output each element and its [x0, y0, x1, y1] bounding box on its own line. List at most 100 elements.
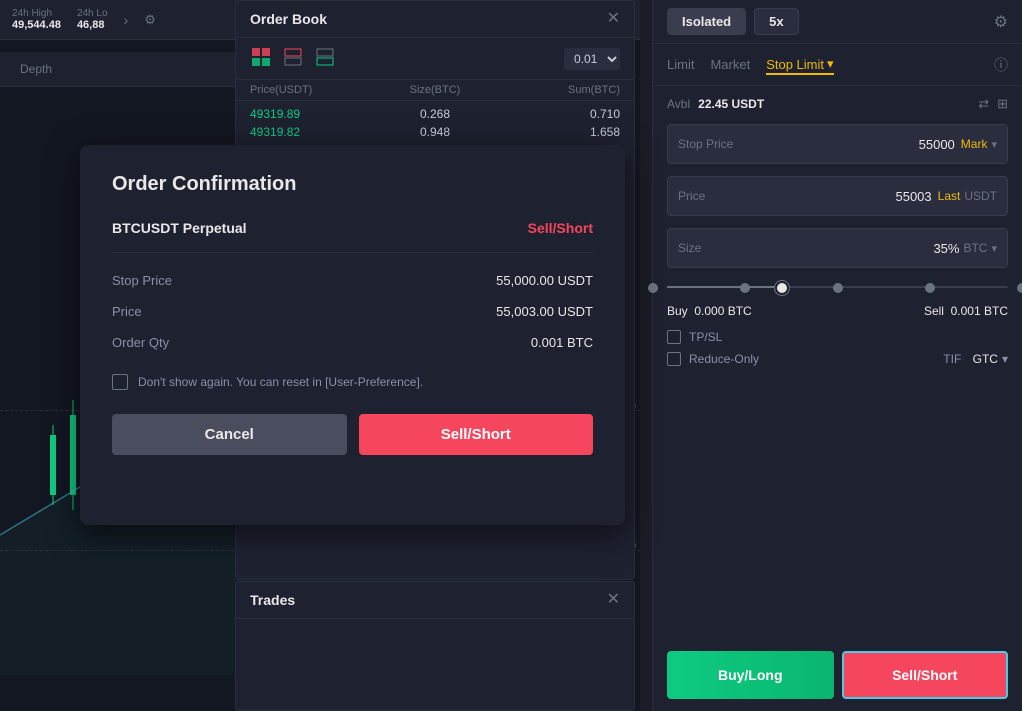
price-field-value[interactable]: 55003: [748, 189, 932, 204]
stop-price-field-label: Stop Price: [678, 137, 748, 151]
slider-dot-100[interactable]: [1017, 283, 1022, 293]
trades-title: Trades: [250, 592, 295, 608]
modal-qty-label: Order Qty: [112, 335, 169, 350]
reduce-only-label: Reduce-Only: [689, 352, 759, 366]
ob-size-select[interactable]: 0.01 0.1 1: [564, 48, 620, 70]
tpsl-checkbox[interactable]: [667, 330, 681, 344]
price-input-group: Price 55003 Last USDT: [667, 176, 1008, 216]
trading-panel: Isolated 5x ⚙ Limit Market Stop Limit ▾ …: [652, 0, 1022, 711]
stop-price-field-value[interactable]: 55000: [748, 137, 955, 152]
ob-price-2: 49319.82: [250, 125, 373, 139]
ob-toolbar: 0.01 0.1 1: [236, 38, 634, 80]
sell-short-button[interactable]: Sell/Short: [842, 651, 1009, 699]
size-field-value[interactable]: 35%: [748, 241, 959, 256]
ob-sum-1: 0.710: [497, 107, 620, 121]
ob-size-1: 0.268: [373, 107, 496, 121]
modal-cancel-button[interactable]: Cancel: [112, 414, 347, 455]
slider-dot-50[interactable]: [833, 283, 843, 293]
trades-close-button[interactable]: ✕: [607, 592, 620, 608]
ob-view-buy-button[interactable]: [314, 46, 336, 71]
ob-col-price: Price(USDT): [250, 84, 373, 96]
ob-both-icon: [252, 48, 270, 66]
size-dropdown-icon[interactable]: ▾: [991, 242, 997, 255]
stop-price-input-row: Stop Price 55000 Mark ▾: [653, 118, 1022, 170]
ob-rows: 49319.89 0.268 0.710 49319.82 0.948 1.65…: [236, 101, 634, 145]
ob-buy-icon: [316, 48, 334, 66]
sell-label: Sell: [924, 304, 944, 318]
chart-settings-icon[interactable]: ⚙: [144, 12, 156, 28]
ob-view-sell-button[interactable]: [282, 46, 304, 71]
action-buttons: Buy/Long Sell/Short: [653, 639, 1022, 711]
avbl-label: Avbl: [667, 97, 690, 111]
avbl-icons: ⇄ ⊞: [978, 96, 1008, 112]
chart-high-label: 24h High: [12, 8, 61, 19]
price-input-row: Price 55003 Last USDT: [653, 170, 1022, 222]
slider-dot-75[interactable]: [925, 283, 935, 293]
ob-sell-icon: [284, 48, 302, 66]
chart-stat-high: 24h High 49,544.48: [12, 8, 61, 31]
table-row: 49319.82 0.948 1.658: [250, 123, 620, 141]
modal-dont-show-checkbox[interactable]: [112, 374, 128, 390]
modal-sell-button[interactable]: Sell/Short: [359, 414, 594, 455]
modal-stop-price-label: Stop Price: [112, 273, 172, 288]
modal-checkbox-row: Don't show again. You can reset in [User…: [112, 374, 593, 390]
tab-stop-limit[interactable]: Stop Limit ▾: [766, 54, 833, 75]
depth-tab-bar: Depth: [0, 52, 235, 87]
stop-price-dropdown-icon[interactable]: ▾: [991, 138, 997, 151]
tif-select[interactable]: TIF GTC ▾: [943, 352, 1008, 366]
tab-stop-limit-label: Stop Limit: [766, 57, 824, 72]
ob-view-both-button[interactable]: [250, 46, 272, 71]
order-book-title: Order Book: [250, 11, 327, 27]
ob-size-2: 0.948: [373, 125, 496, 139]
stop-price-tag: Mark: [961, 137, 988, 151]
tif-label: TIF: [943, 352, 961, 366]
sell-amount-value: 0.001 BTC: [951, 304, 1008, 318]
slider-dot-25[interactable]: [740, 283, 750, 293]
ob-col-size: Size(BTC): [373, 84, 496, 96]
calc-icon[interactable]: ⊞: [997, 96, 1008, 112]
depth-tab[interactable]: Depth: [12, 58, 60, 80]
order-type-info-icon[interactable]: ⓘ: [994, 55, 1008, 75]
buy-amount-value: 0.000 BTC: [694, 304, 751, 318]
margin-mode-button[interactable]: Isolated: [667, 8, 746, 35]
tab-market[interactable]: Market: [710, 55, 750, 74]
buy-amount-label: Buy 0.000 BTC: [667, 304, 752, 318]
sell-amount-label: Sell 0.001 BTC: [924, 304, 1008, 318]
tp-settings-icon[interactable]: ⚙: [994, 12, 1008, 32]
reduce-only-checkbox[interactable]: [667, 352, 681, 366]
buy-sell-amounts: Buy 0.000 BTC Sell 0.001 BTC: [653, 300, 1022, 322]
tif-value: GTC: [973, 352, 998, 366]
price-field-label: Price: [678, 189, 748, 203]
size-unit: BTC: [963, 241, 987, 255]
transfer-icon[interactable]: ⇄: [978, 96, 989, 112]
nav-arrow-icon[interactable]: ›: [124, 12, 129, 28]
tab-limit[interactable]: Limit: [667, 55, 694, 74]
leverage-button[interactable]: 5x: [754, 8, 798, 35]
modal-divider: [112, 252, 593, 253]
modal-side-badge: Sell/Short: [528, 220, 593, 236]
modal-pair-row: BTCUSDT Perpetual Sell/Short: [112, 220, 593, 236]
order-book-close-button[interactable]: ✕: [607, 11, 620, 27]
size-field-label: Size: [678, 241, 748, 255]
buy-long-button[interactable]: Buy/Long: [667, 651, 834, 699]
avbl-value: 22.45 USDT: [698, 97, 764, 111]
modal-stop-price-value: 55,000.00 USDT: [496, 273, 593, 288]
table-row: 49319.89 0.268 0.710: [250, 105, 620, 123]
slider-dot-0[interactable]: [648, 283, 658, 293]
checkbox-section: TP/SL Reduce-Only TIF GTC ▾: [653, 322, 1022, 374]
avbl-row: Avbl 22.45 USDT ⇄ ⊞: [653, 86, 1022, 118]
chart-low-label: 24h Lo: [77, 8, 108, 19]
price-tag: Last: [938, 189, 961, 203]
modal-buttons: Cancel Sell/Short: [112, 414, 593, 455]
slider-thumb[interactable]: [775, 281, 789, 295]
modal-price-label: Price: [112, 304, 142, 319]
chart-stat-low: 24h Lo 46,88: [77, 8, 108, 31]
modal-pair-name: BTCUSDT Perpetual: [112, 220, 247, 236]
order-book-header: Order Book ✕: [236, 1, 634, 38]
tpsl-label: TP/SL: [689, 330, 722, 344]
buy-label: Buy: [667, 304, 688, 318]
modal-qty-row: Order Qty 0.001 BTC: [112, 327, 593, 358]
stop-price-input-group: Stop Price 55000 Mark ▾: [667, 124, 1008, 164]
tab-stop-limit-dropdown-icon: ▾: [827, 56, 834, 72]
tpsl-row: TP/SL: [667, 330, 1008, 344]
